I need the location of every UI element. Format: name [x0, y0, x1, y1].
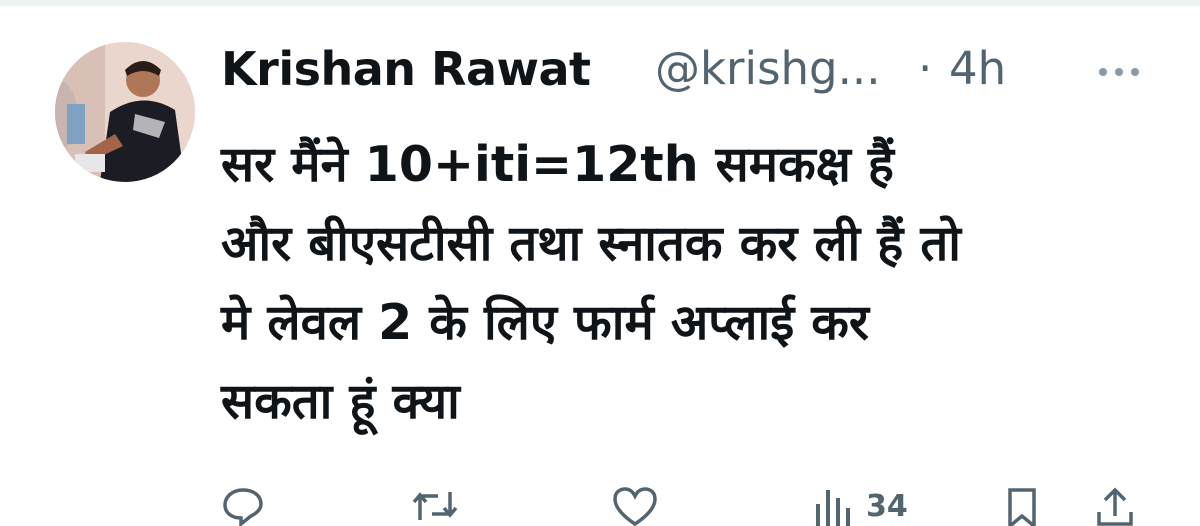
views-button[interactable]: 34 — [808, 486, 908, 526]
retweet-button[interactable] — [410, 486, 460, 526]
separator-dot: · — [918, 42, 933, 95]
like-button[interactable] — [612, 486, 658, 526]
views-icon — [816, 490, 850, 526]
author-name[interactable]: Krishan Rawat — [221, 42, 591, 96]
tweet-line: सर मैंने 10+iti=12th समकक्ष हैं — [221, 136, 894, 193]
bookmark-button[interactable] — [1002, 486, 1042, 526]
like-icon — [613, 487, 657, 526]
share-icon — [1097, 487, 1133, 526]
tweet-header: Krishan Rawat @krishg... · 4h — [221, 38, 1161, 108]
tweet-actions: 34 — [0, 478, 1200, 526]
tweet-text: सर मैंने 10+iti=12th समकक्ष हैं और बीएसट… — [221, 125, 1181, 441]
tweet-line: और बीएसटीसी तथा स्नातक कर ली हैं तो — [221, 215, 961, 272]
share-button[interactable] — [1093, 486, 1137, 526]
tweet-time[interactable]: 4h — [949, 42, 1006, 95]
tweet-line: सकता हूं क्या — [221, 373, 460, 430]
bookmark-icon — [1008, 488, 1036, 526]
retweet-icon — [412, 492, 458, 520]
avatar-photo — [55, 42, 195, 182]
tweet-line: मे लेवल 2 के लिए फार्म अप्लाई कर — [221, 294, 869, 351]
reply-icon — [223, 488, 263, 526]
more-icon[interactable] — [1097, 62, 1141, 82]
avatar[interactable] — [55, 42, 195, 182]
top-divider — [0, 0, 1200, 6]
author-handle[interactable]: @krishg... — [655, 42, 881, 95]
reply-button[interactable] — [221, 486, 265, 526]
